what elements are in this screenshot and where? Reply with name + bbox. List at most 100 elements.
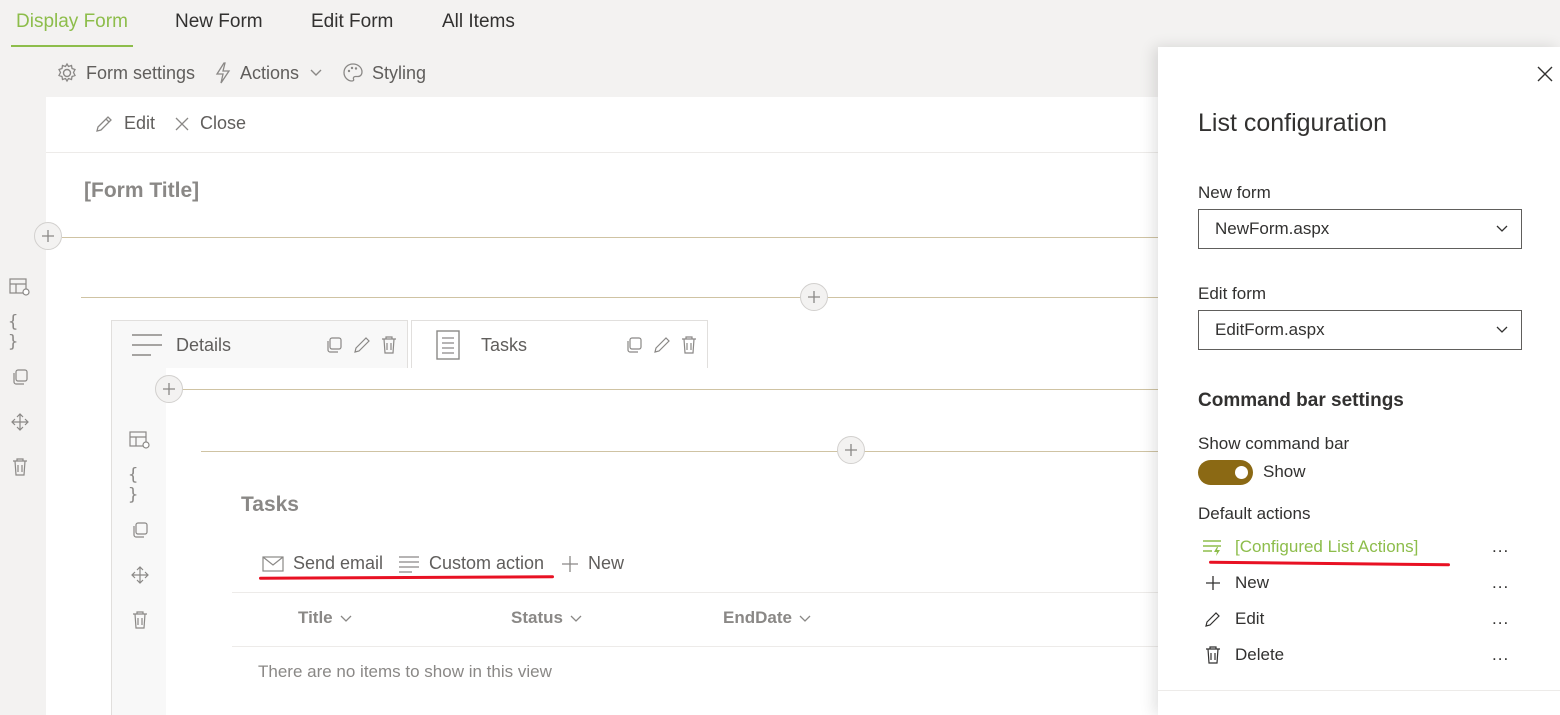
divider-line xyxy=(182,389,1160,390)
tab-display-form[interactable]: Display Form xyxy=(11,0,133,47)
tab-details[interactable]: Details xyxy=(111,320,408,369)
close-button[interactable]: Close xyxy=(174,113,246,134)
command-bar-settings-heading: Command bar settings xyxy=(1198,390,1404,411)
row-tools-inner: { } xyxy=(128,428,152,653)
add-row-button[interactable] xyxy=(155,375,183,403)
pencil-icon xyxy=(96,115,112,132)
pencil-icon xyxy=(1202,610,1224,628)
tab-tasks[interactable]: Tasks xyxy=(411,320,708,369)
pencil-icon[interactable] xyxy=(352,335,372,355)
new-form-value: NewForm.aspx xyxy=(1215,219,1330,238)
edit-form-value: EditForm.aspx xyxy=(1215,320,1325,339)
plus-icon xyxy=(1202,575,1224,591)
move-icon[interactable] xyxy=(128,563,152,587)
chevron-down-icon xyxy=(799,615,811,622)
mail-icon xyxy=(262,555,284,572)
chevron-down-icon xyxy=(310,69,322,76)
copy-icon[interactable] xyxy=(324,335,344,355)
palette-icon xyxy=(343,63,363,82)
code-braces-icon[interactable]: { } xyxy=(8,312,32,352)
code-braces-icon[interactable]: { } xyxy=(128,465,152,505)
form-settings-button[interactable]: Form settings xyxy=(56,61,195,85)
panel-divider xyxy=(1158,690,1560,691)
chevron-down-icon xyxy=(1496,326,1508,333)
divider-line xyxy=(201,451,1160,452)
action-delete[interactable]: Delete xyxy=(1202,641,1518,669)
copy-icon[interactable] xyxy=(8,365,32,389)
pencil-icon[interactable] xyxy=(652,335,672,355)
copy-icon[interactable] xyxy=(128,518,152,542)
lines-icon xyxy=(132,334,162,356)
more-options-button[interactable]: ... xyxy=(1492,609,1509,629)
tab-details-actions xyxy=(324,335,398,355)
tab-new-form[interactable]: New Form xyxy=(170,0,268,47)
plus-icon xyxy=(808,291,820,303)
document-list-icon xyxy=(436,330,460,360)
more-options-button[interactable]: ... xyxy=(1492,645,1509,665)
custom-action-button[interactable]: Custom action xyxy=(398,553,544,574)
add-row-button[interactable] xyxy=(34,222,62,250)
configured-actions-icon xyxy=(1202,538,1224,556)
tab-edit-form[interactable]: Edit Form xyxy=(306,0,398,47)
panel-title: List configuration xyxy=(1198,109,1388,137)
move-icon[interactable] xyxy=(8,410,32,434)
form-title[interactable]: [Form Title] xyxy=(84,179,199,203)
styling-button[interactable]: Styling xyxy=(342,61,426,85)
grid-separator xyxy=(232,646,1162,647)
styling-label: Styling xyxy=(372,62,427,83)
new-item-button[interactable]: New xyxy=(561,553,624,574)
lines-icon xyxy=(399,555,419,573)
add-row-button[interactable] xyxy=(800,283,828,311)
close-label: Close xyxy=(200,113,247,133)
column-header-title[interactable]: Title xyxy=(298,608,353,628)
new-form-dropdown[interactable]: NewForm.aspx xyxy=(1198,209,1522,249)
action-label: New xyxy=(1235,573,1270,592)
plus-icon xyxy=(562,555,578,572)
chevron-down-icon xyxy=(570,615,582,622)
layout-settings-icon[interactable] xyxy=(8,275,32,299)
column-header-status[interactable]: Status xyxy=(511,608,583,628)
close-icon xyxy=(175,117,189,130)
form-settings-label: Form settings xyxy=(86,62,196,83)
action-new[interactable]: New xyxy=(1202,569,1518,597)
trash-icon[interactable] xyxy=(128,608,152,632)
plus-icon xyxy=(845,444,857,456)
tab-all-items[interactable]: All Items xyxy=(437,0,520,47)
grid-separator xyxy=(232,592,1162,593)
column-status-label: Status xyxy=(511,608,563,627)
edit-button[interactable]: Edit xyxy=(94,113,155,134)
lightning-icon xyxy=(215,62,231,84)
more-options-button[interactable]: ... xyxy=(1492,573,1509,593)
action-edit[interactable]: Edit xyxy=(1202,605,1518,633)
edit-form-dropdown[interactable]: EditForm.aspx xyxy=(1198,310,1522,350)
action-label: [Configured List Actions] xyxy=(1235,537,1419,556)
trash-icon[interactable] xyxy=(680,335,698,355)
designer-toolbar: Form settings Actions Styling xyxy=(46,47,1160,97)
show-command-bar-toggle[interactable] xyxy=(1198,460,1253,485)
layout-settings-icon[interactable] xyxy=(128,428,152,452)
copy-icon[interactable] xyxy=(624,335,644,355)
send-email-button[interactable]: Send email xyxy=(262,553,383,574)
trash-icon[interactable] xyxy=(8,455,32,479)
gear-icon xyxy=(58,62,76,83)
divider-line xyxy=(62,237,1160,238)
form-tabs-bar: Display Form New Form Edit Form All Item… xyxy=(0,0,1560,47)
more-options-button[interactable]: ... xyxy=(1492,537,1509,557)
column-title-label: Title xyxy=(298,608,333,627)
show-command-bar-label: Show command bar xyxy=(1198,434,1350,453)
column-header-enddate[interactable]: EndDate xyxy=(723,608,812,628)
tab-details-label: Details xyxy=(176,334,232,355)
action-configured-list-actions[interactable]: [Configured List Actions] xyxy=(1202,533,1518,561)
trash-icon[interactable] xyxy=(380,335,398,355)
form-command-bar: Edit Close xyxy=(46,97,1160,153)
add-row-button[interactable] xyxy=(837,436,865,464)
actions-button[interactable]: Actions xyxy=(214,61,331,85)
empty-list-message: There are no items to show in this view xyxy=(258,662,552,681)
action-label: Edit xyxy=(1235,609,1265,628)
tab-tasks-label: Tasks xyxy=(481,334,528,355)
divider-line xyxy=(81,297,1160,298)
actions-label: Actions xyxy=(240,62,300,83)
close-icon[interactable] xyxy=(1536,65,1554,83)
custom-action-label: Custom action xyxy=(429,553,545,573)
toggle-state-label: Show xyxy=(1263,462,1306,481)
